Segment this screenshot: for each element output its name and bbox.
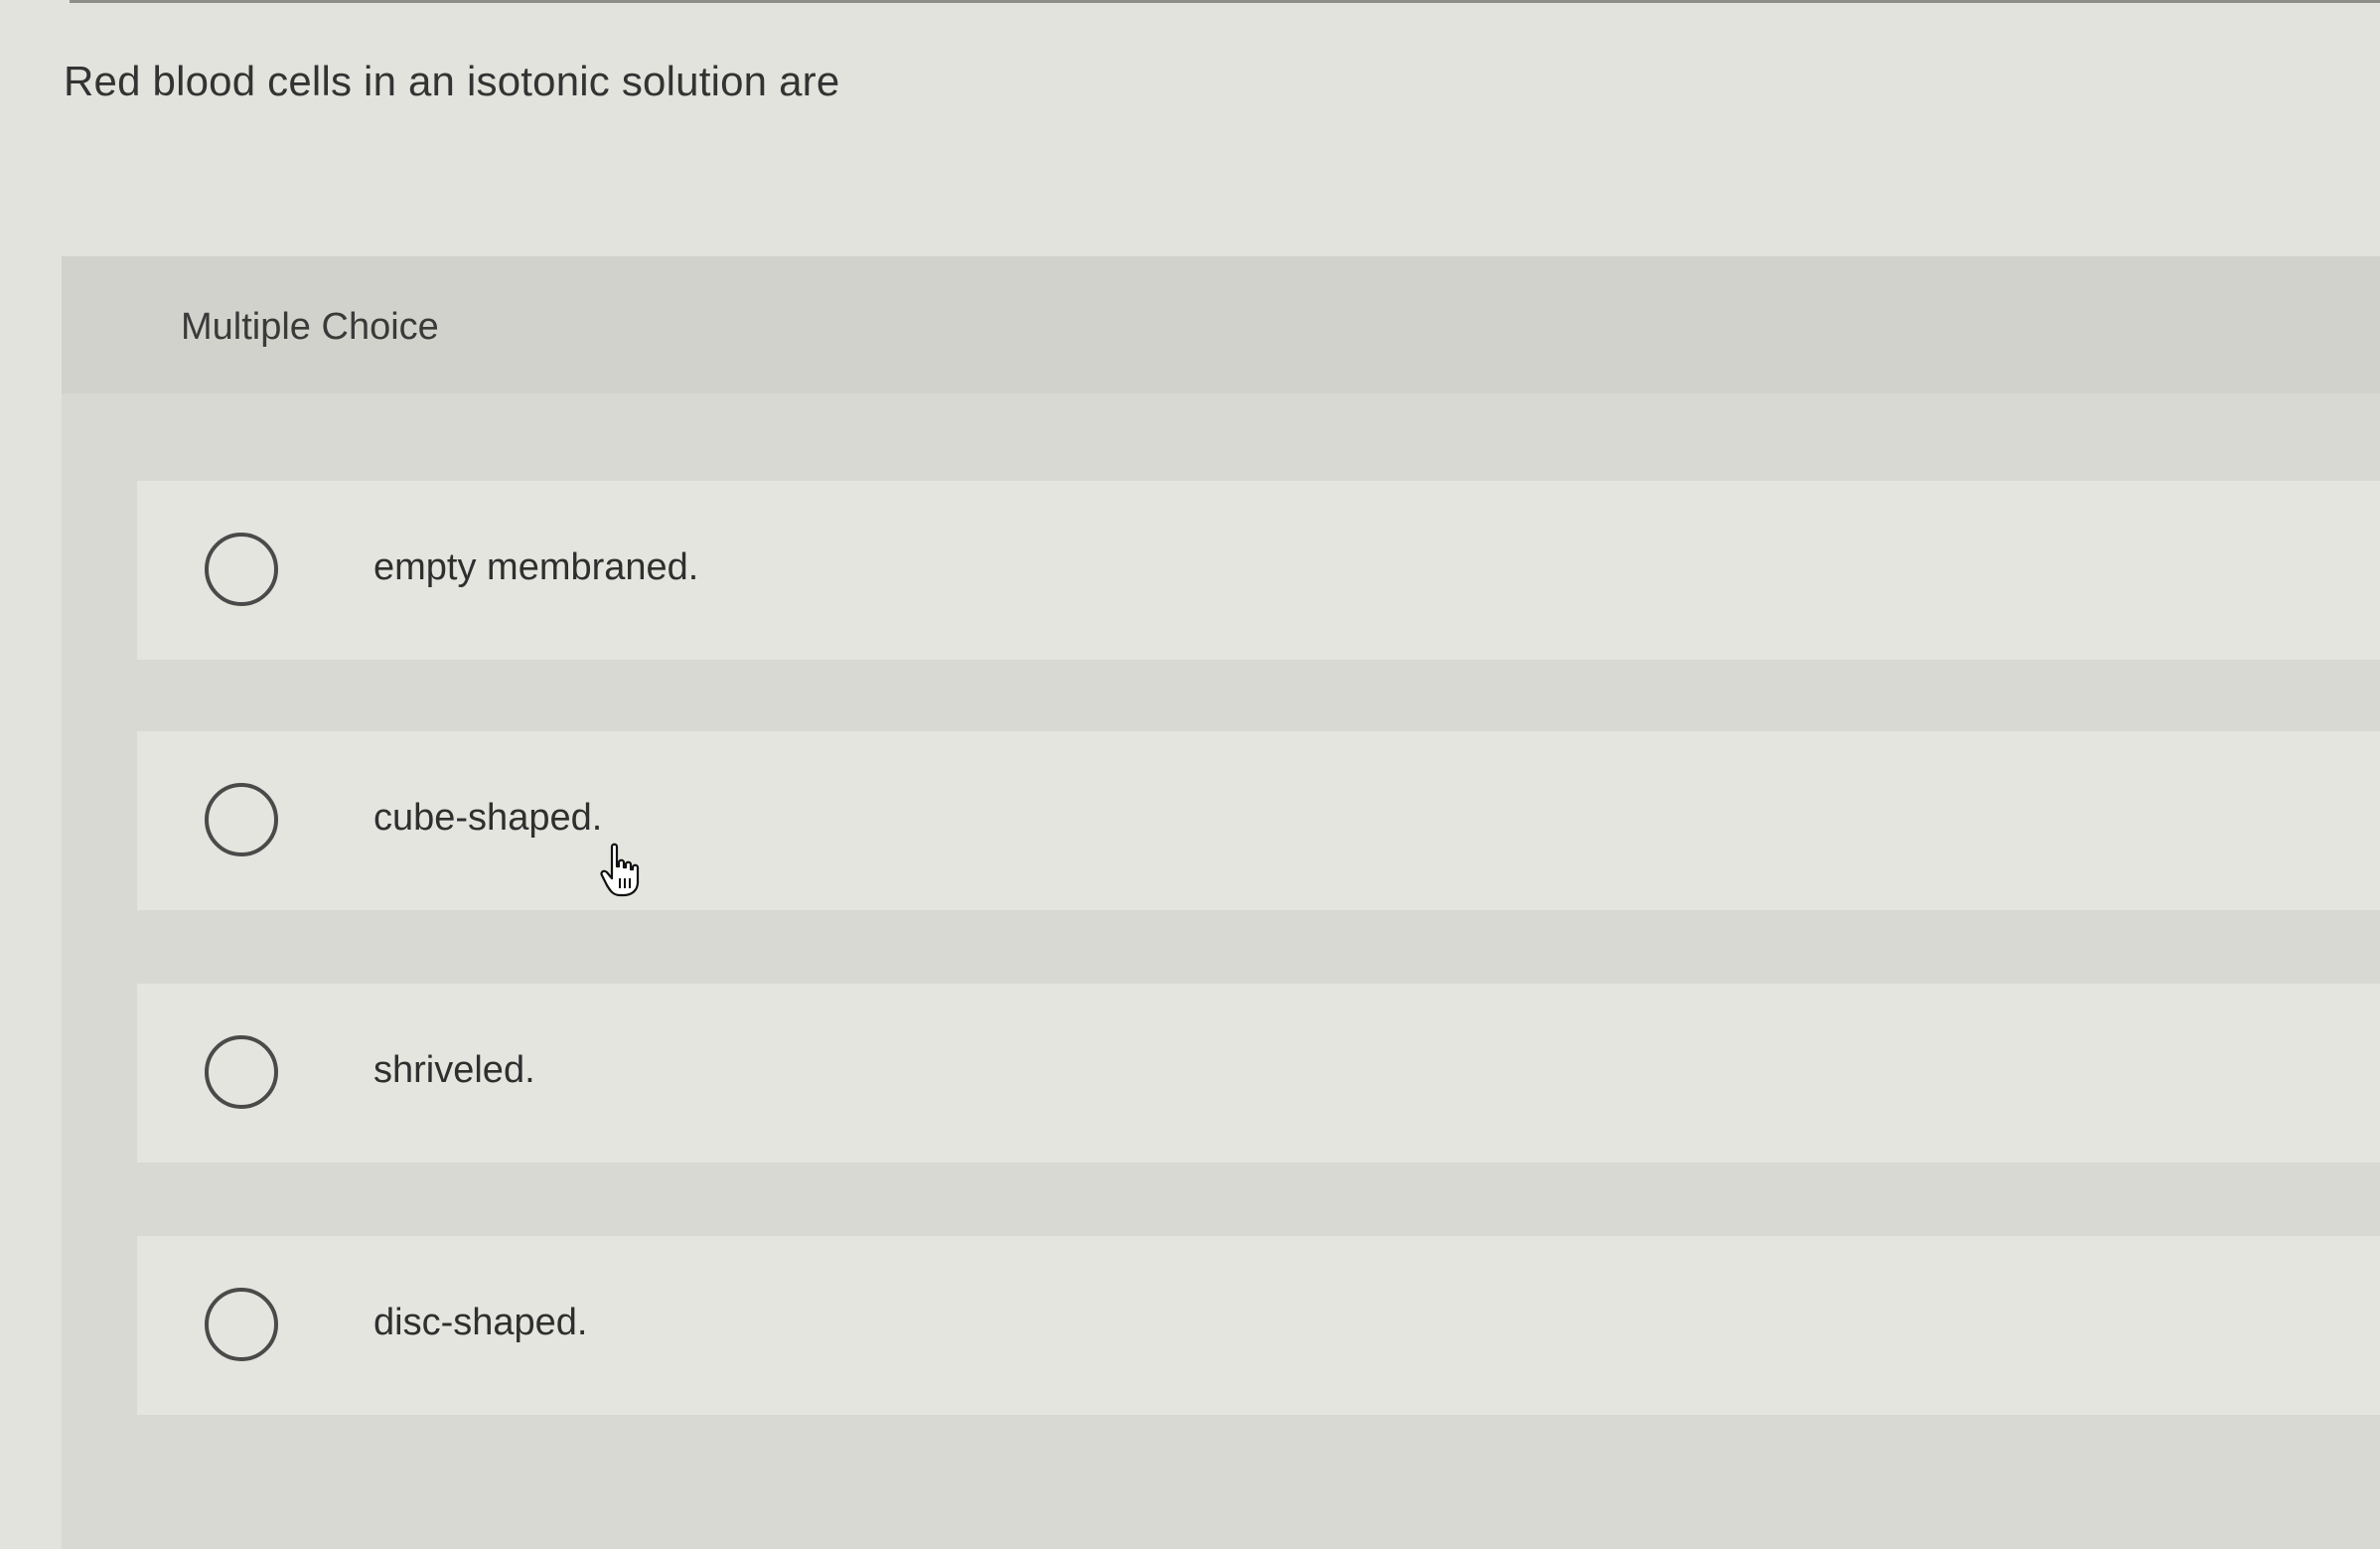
panel-header: Multiple Choice [62,256,2380,393]
option-label[interactable]: cube-shaped. [373,797,602,840]
option-label[interactable]: empty membraned. [373,546,698,589]
hand-pointer-icon [600,843,640,897]
option-label[interactable]: disc-shaped. [373,1302,587,1344]
option-disc-shaped[interactable]: disc-shaped. [137,1236,2380,1415]
radio-button[interactable] [205,783,278,856]
multiple-choice-label: Multiple Choice [181,306,439,348]
option-cube-shaped[interactable]: cube-shaped. [137,731,2380,910]
radio-button[interactable] [205,1035,278,1109]
option-label[interactable]: shriveled. [373,1049,535,1092]
question-text: Red blood cells in an isotonic solution … [64,58,840,104]
radio-button[interactable] [205,533,278,606]
radio-button[interactable] [205,1288,278,1361]
option-empty-membraned[interactable]: empty membraned. [137,481,2380,660]
option-shriveled[interactable]: shriveled. [137,984,2380,1162]
top-divider [70,0,2380,3]
multiple-choice-panel: Multiple Choice empty membraned. cube-sh… [62,256,2380,1549]
